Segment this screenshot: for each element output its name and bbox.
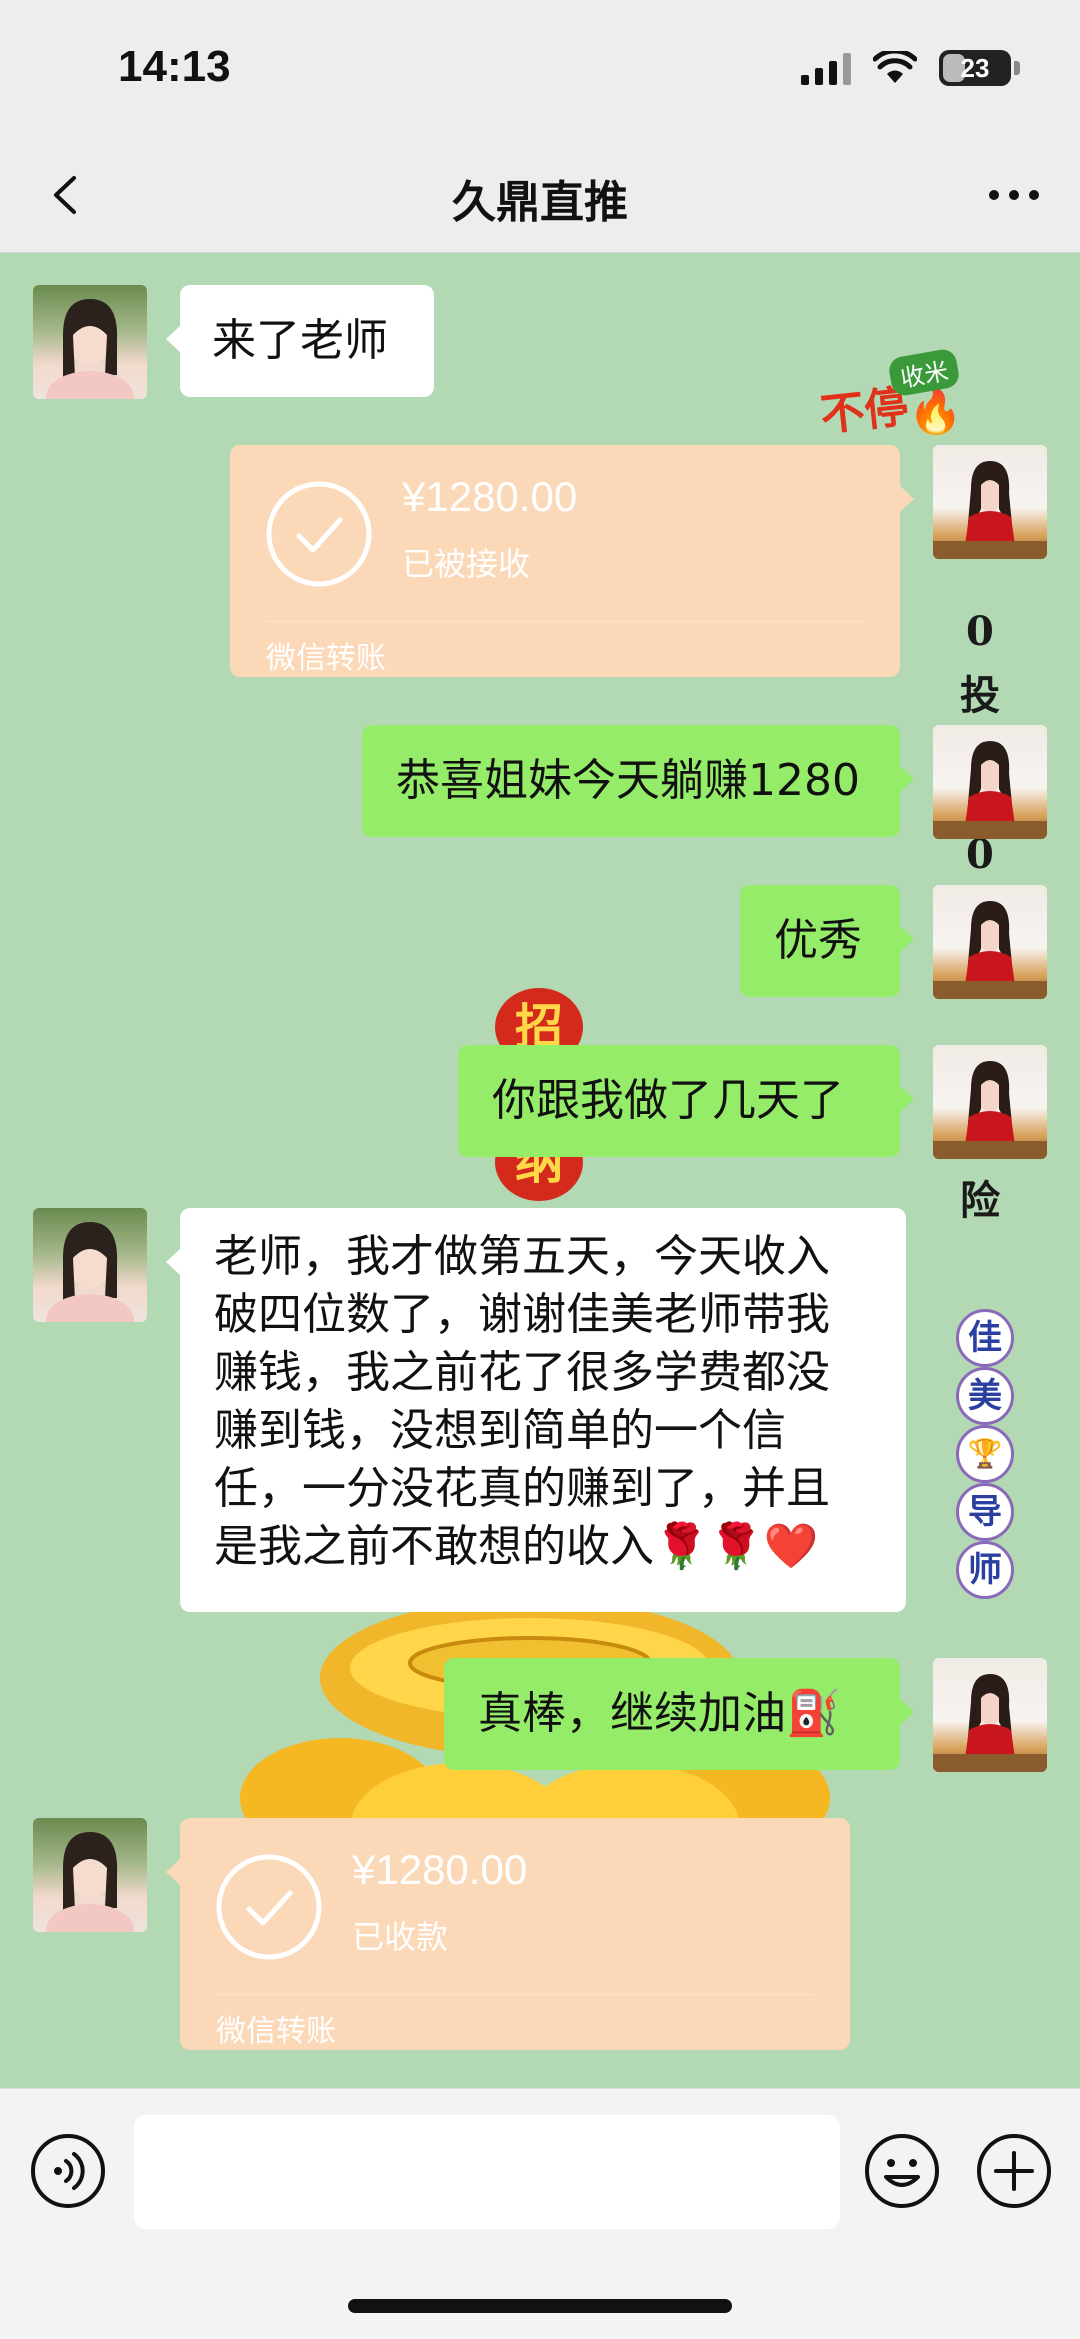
- wallpaper-circle-char: 🏆: [956, 1425, 1014, 1483]
- wallpaper-char: 0: [966, 608, 994, 655]
- input-bar: [0, 2088, 1080, 2339]
- my-avatar[interactable]: [933, 1045, 1047, 1159]
- message-input[interactable]: [134, 2115, 840, 2229]
- chat-title: 久鼎直推: [452, 177, 628, 228]
- check-circle-icon: [216, 1854, 322, 1960]
- transfer-source: 微信转账: [216, 2014, 336, 2049]
- transfer-amount: ¥1280.00: [352, 1846, 528, 1893]
- message-text: 老师，我才做第五天，今天收入破四位数了，谢谢佳美老师带我赚钱，我之前花了很多学费…: [214, 1231, 830, 1572]
- contact-avatar[interactable]: [33, 1818, 147, 1932]
- transfer-card-sent[interactable]: ¥1280.00 已被接收 微信转账: [230, 445, 914, 677]
- message-text: 恭喜姐妹今天躺赚1280: [396, 755, 860, 806]
- wallpaper-char: 投: [960, 672, 1000, 719]
- contact-avatar[interactable]: [33, 285, 147, 399]
- transfer-status: 已收款: [352, 1918, 449, 1956]
- cellular-signal-icon: [801, 51, 851, 85]
- wallpaper-char: 险: [960, 1177, 1000, 1224]
- message-text: 真棒，继续加油⛽: [478, 1688, 841, 1739]
- status-icons: 23: [801, 50, 1020, 86]
- transfer-divider: [266, 621, 864, 622]
- transfer-card-received[interactable]: ¥1280.00 已收款 微信转账: [166, 1818, 850, 2050]
- battery-icon: 23: [939, 50, 1011, 86]
- message-bubble-received[interactable]: 来了老师: [166, 285, 434, 397]
- message-bubble-received[interactable]: 老师，我才做第五天，今天收入破四位数了，谢谢佳美老师带我赚钱，我之前花了很多学费…: [166, 1208, 906, 1612]
- wifi-icon: [873, 51, 917, 83]
- message-text: 来了老师: [212, 315, 388, 366]
- transfer-amount: ¥1280.00: [402, 473, 578, 520]
- voice-input-icon[interactable]: [30, 2133, 106, 2209]
- status-time: 14:13: [118, 42, 231, 91]
- message-bubble-sent[interactable]: 优秀: [740, 885, 914, 997]
- battery-level: 23: [960, 52, 990, 83]
- wallpaper-circle-char: 导: [956, 1483, 1014, 1541]
- check-circle-icon: [266, 481, 372, 587]
- more-options-icon[interactable]: [984, 170, 1044, 220]
- wallpaper-circle-char: 佳: [956, 1309, 1014, 1367]
- my-avatar[interactable]: [933, 1658, 1047, 1772]
- status-bar: 14:13 23: [0, 0, 1080, 140]
- wallpaper-circle-char: 师: [956, 1541, 1014, 1599]
- add-more-icon[interactable]: [976, 2133, 1052, 2209]
- my-avatar[interactable]: [933, 885, 1047, 999]
- emoji-icon[interactable]: [864, 2133, 940, 2209]
- contact-avatar[interactable]: [33, 1208, 147, 1322]
- transfer-divider: [216, 1994, 814, 1995]
- wallpaper-circle-char: 美: [956, 1367, 1014, 1425]
- transfer-status: 已被接收: [402, 545, 531, 583]
- chat-area[interactable]: 不停🔥 收米 0 投 0 险 招 纳 佳 美 🏆 导 师 来了老师 ¥1280.…: [0, 253, 1080, 2088]
- chat-header: 久鼎直推: [0, 140, 1080, 253]
- message-text: 你跟我做了几天了: [492, 1075, 844, 1126]
- home-indicator: [348, 2299, 732, 2313]
- my-avatar[interactable]: [933, 445, 1047, 559]
- transfer-source: 微信转账: [266, 641, 386, 676]
- my-avatar[interactable]: [933, 725, 1047, 839]
- message-bubble-sent[interactable]: 恭喜姐妹今天躺赚1280: [362, 725, 914, 837]
- message-bubble-sent[interactable]: 你跟我做了几天了: [458, 1045, 914, 1157]
- message-bubble-sent[interactable]: 真棒，继续加油⛽: [444, 1658, 914, 1770]
- message-text: 优秀: [774, 915, 862, 966]
